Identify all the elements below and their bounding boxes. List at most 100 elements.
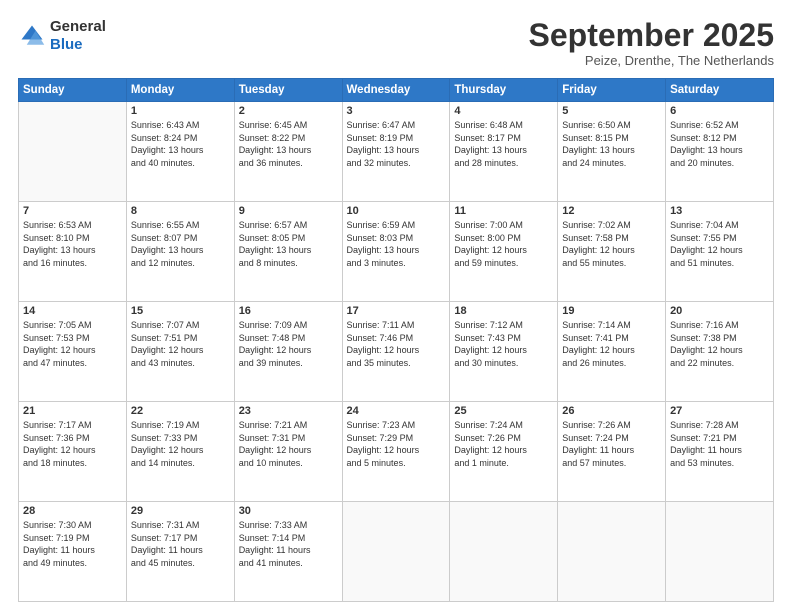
weekday-saturday: Saturday xyxy=(666,79,774,102)
day-number: 19 xyxy=(562,305,661,317)
logo-line2: Blue xyxy=(50,36,106,54)
month-title: September 2025 xyxy=(529,18,774,53)
day-info: Sunrise: 6:55 AM Sunset: 8:07 PM Dayligh… xyxy=(131,219,230,269)
day-info: Sunrise: 7:07 AM Sunset: 7:51 PM Dayligh… xyxy=(131,319,230,369)
day-number: 5 xyxy=(562,105,661,117)
calendar-cell: 27 Sunrise: 7:28 AM Sunset: 7:21 PM Dayli… xyxy=(666,402,774,502)
week-row-4: 21 Sunrise: 7:17 AM Sunset: 7:36 PM Dayli… xyxy=(19,402,774,502)
day-info: Sunrise: 7:23 AM Sunset: 7:29 PM Dayligh… xyxy=(347,419,446,469)
calendar-cell: 13 Sunrise: 7:04 AM Sunset: 7:55 PM Dayli… xyxy=(666,202,774,302)
day-info: Sunrise: 7:17 AM Sunset: 7:36 PM Dayligh… xyxy=(23,419,122,469)
day-number: 28 xyxy=(23,505,122,517)
calendar-cell xyxy=(558,502,666,602)
day-info: Sunrise: 7:26 AM Sunset: 7:24 PM Dayligh… xyxy=(562,419,661,469)
calendar-cell: 26 Sunrise: 7:26 AM Sunset: 7:24 PM Dayli… xyxy=(558,402,666,502)
day-number: 7 xyxy=(23,205,122,217)
title-block: September 2025 Peize, Drenthe, The Nethe… xyxy=(529,18,774,68)
day-info: Sunrise: 6:48 AM Sunset: 8:17 PM Dayligh… xyxy=(454,119,553,169)
week-row-3: 14 Sunrise: 7:05 AM Sunset: 7:53 PM Dayli… xyxy=(19,302,774,402)
day-info: Sunrise: 7:02 AM Sunset: 7:58 PM Dayligh… xyxy=(562,219,661,269)
calendar-cell: 21 Sunrise: 7:17 AM Sunset: 7:36 PM Dayli… xyxy=(19,402,127,502)
day-info: Sunrise: 6:50 AM Sunset: 8:15 PM Dayligh… xyxy=(562,119,661,169)
day-info: Sunrise: 6:45 AM Sunset: 8:22 PM Dayligh… xyxy=(239,119,338,169)
day-info: Sunrise: 7:05 AM Sunset: 7:53 PM Dayligh… xyxy=(23,319,122,369)
day-info: Sunrise: 6:52 AM Sunset: 8:12 PM Dayligh… xyxy=(670,119,769,169)
day-number: 1 xyxy=(131,105,230,117)
day-number: 24 xyxy=(347,405,446,417)
day-number: 23 xyxy=(239,405,338,417)
logo: General Blue xyxy=(18,18,106,54)
calendar-cell: 30Sunrise: 7:33 AM Sunset: 7:14 PM Dayli… xyxy=(234,502,342,602)
calendar-cell xyxy=(19,102,127,202)
weekday-friday: Friday xyxy=(558,79,666,102)
calendar-cell: 14 Sunrise: 7:05 AM Sunset: 7:53 PM Dayli… xyxy=(19,302,127,402)
calendar-cell: 2 Sunrise: 6:45 AM Sunset: 8:22 PM Daylig… xyxy=(234,102,342,202)
calendar-cell: 9 Sunrise: 6:57 AM Sunset: 8:05 PM Daylig… xyxy=(234,202,342,302)
day-number: 11 xyxy=(454,205,553,217)
calendar-cell: 19 Sunrise: 7:14 AM Sunset: 7:41 PM Dayli… xyxy=(558,302,666,402)
calendar-cell xyxy=(342,502,450,602)
day-number: 26 xyxy=(562,405,661,417)
calendar-cell: 4 Sunrise: 6:48 AM Sunset: 8:17 PM Daylig… xyxy=(450,102,558,202)
calendar-cell: 11Sunrise: 7:00 AM Sunset: 8:00 PM Dayli… xyxy=(450,202,558,302)
day-number: 27 xyxy=(670,405,769,417)
day-number: 25 xyxy=(454,405,553,417)
calendar-cell: 18 Sunrise: 7:12 AM Sunset: 7:43 PM Dayli… xyxy=(450,302,558,402)
calendar-cell: 15 Sunrise: 7:07 AM Sunset: 7:51 PM Dayli… xyxy=(126,302,234,402)
day-number: 4 xyxy=(454,105,553,117)
day-info: Sunrise: 7:33 AM Sunset: 7:14 PM Dayligh… xyxy=(239,519,338,569)
calendar-cell: 10 Sunrise: 6:59 AM Sunset: 8:03 PM Dayli… xyxy=(342,202,450,302)
calendar-cell: 5 Sunrise: 6:50 AM Sunset: 8:15 PM Daylig… xyxy=(558,102,666,202)
day-info: Sunrise: 7:16 AM Sunset: 7:38 PM Dayligh… xyxy=(670,319,769,369)
day-number: 10 xyxy=(347,205,446,217)
day-number: 14 xyxy=(23,305,122,317)
day-info: Sunrise: 6:57 AM Sunset: 8:05 PM Dayligh… xyxy=(239,219,338,269)
day-number: 21 xyxy=(23,405,122,417)
day-number: 3 xyxy=(347,105,446,117)
week-row-2: 7 Sunrise: 6:53 AM Sunset: 8:10 PM Daylig… xyxy=(19,202,774,302)
weekday-monday: Monday xyxy=(126,79,234,102)
week-row-5: 28 Sunrise: 7:30 AM Sunset: 7:19 PM Dayli… xyxy=(19,502,774,602)
calendar-cell: 3 Sunrise: 6:47 AM Sunset: 8:19 PM Daylig… xyxy=(342,102,450,202)
weekday-tuesday: Tuesday xyxy=(234,79,342,102)
day-info: Sunrise: 6:59 AM Sunset: 8:03 PM Dayligh… xyxy=(347,219,446,269)
day-info: Sunrise: 7:11 AM Sunset: 7:46 PM Dayligh… xyxy=(347,319,446,369)
day-info: Sunrise: 6:47 AM Sunset: 8:19 PM Dayligh… xyxy=(347,119,446,169)
day-number: 29 xyxy=(131,505,230,517)
day-number: 13 xyxy=(670,205,769,217)
location-subtitle: Peize, Drenthe, The Netherlands xyxy=(529,53,774,68)
calendar-cell: 29Sunrise: 7:31 AM Sunset: 7:17 PM Dayli… xyxy=(126,502,234,602)
day-number: 22 xyxy=(131,405,230,417)
logo-line1: General xyxy=(50,18,106,36)
day-info: Sunrise: 7:04 AM Sunset: 7:55 PM Dayligh… xyxy=(670,219,769,269)
day-info: Sunrise: 7:09 AM Sunset: 7:48 PM Dayligh… xyxy=(239,319,338,369)
day-number: 16 xyxy=(239,305,338,317)
day-number: 2 xyxy=(239,105,338,117)
day-number: 9 xyxy=(239,205,338,217)
day-number: 18 xyxy=(454,305,553,317)
header: General Blue September 2025 Peize, Drent… xyxy=(18,18,774,68)
day-number: 20 xyxy=(670,305,769,317)
day-number: 17 xyxy=(347,305,446,317)
calendar-cell: 25Sunrise: 7:24 AM Sunset: 7:26 PM Dayli… xyxy=(450,402,558,502)
day-info: Sunrise: 7:12 AM Sunset: 7:43 PM Dayligh… xyxy=(454,319,553,369)
weekday-thursday: Thursday xyxy=(450,79,558,102)
day-number: 6 xyxy=(670,105,769,117)
calendar-cell: 6 Sunrise: 6:52 AM Sunset: 8:12 PM Daylig… xyxy=(666,102,774,202)
weekday-header-row: SundayMondayTuesdayWednesdayThursdayFrid… xyxy=(19,79,774,102)
day-info: Sunrise: 7:28 AM Sunset: 7:21 PM Dayligh… xyxy=(670,419,769,469)
calendar-cell: 23Sunrise: 7:21 AM Sunset: 7:31 PM Dayli… xyxy=(234,402,342,502)
calendar-cell: 17 Sunrise: 7:11 AM Sunset: 7:46 PM Dayli… xyxy=(342,302,450,402)
calendar-cell: 24 Sunrise: 7:23 AM Sunset: 7:29 PM Dayli… xyxy=(342,402,450,502)
calendar-cell xyxy=(450,502,558,602)
calendar-cell: 20 Sunrise: 7:16 AM Sunset: 7:38 PM Dayli… xyxy=(666,302,774,402)
day-info: Sunrise: 7:30 AM Sunset: 7:19 PM Dayligh… xyxy=(23,519,122,569)
day-number: 15 xyxy=(131,305,230,317)
calendar-cell: 28 Sunrise: 7:30 AM Sunset: 7:19 PM Dayli… xyxy=(19,502,127,602)
day-number: 12 xyxy=(562,205,661,217)
calendar-cell: 8Sunrise: 6:55 AM Sunset: 8:07 PM Daylig… xyxy=(126,202,234,302)
week-row-1: 1Sunrise: 6:43 AM Sunset: 8:24 PM Daylig… xyxy=(19,102,774,202)
weekday-wednesday: Wednesday xyxy=(342,79,450,102)
day-info: Sunrise: 6:53 AM Sunset: 8:10 PM Dayligh… xyxy=(23,219,122,269)
day-info: Sunrise: 7:14 AM Sunset: 7:41 PM Dayligh… xyxy=(562,319,661,369)
